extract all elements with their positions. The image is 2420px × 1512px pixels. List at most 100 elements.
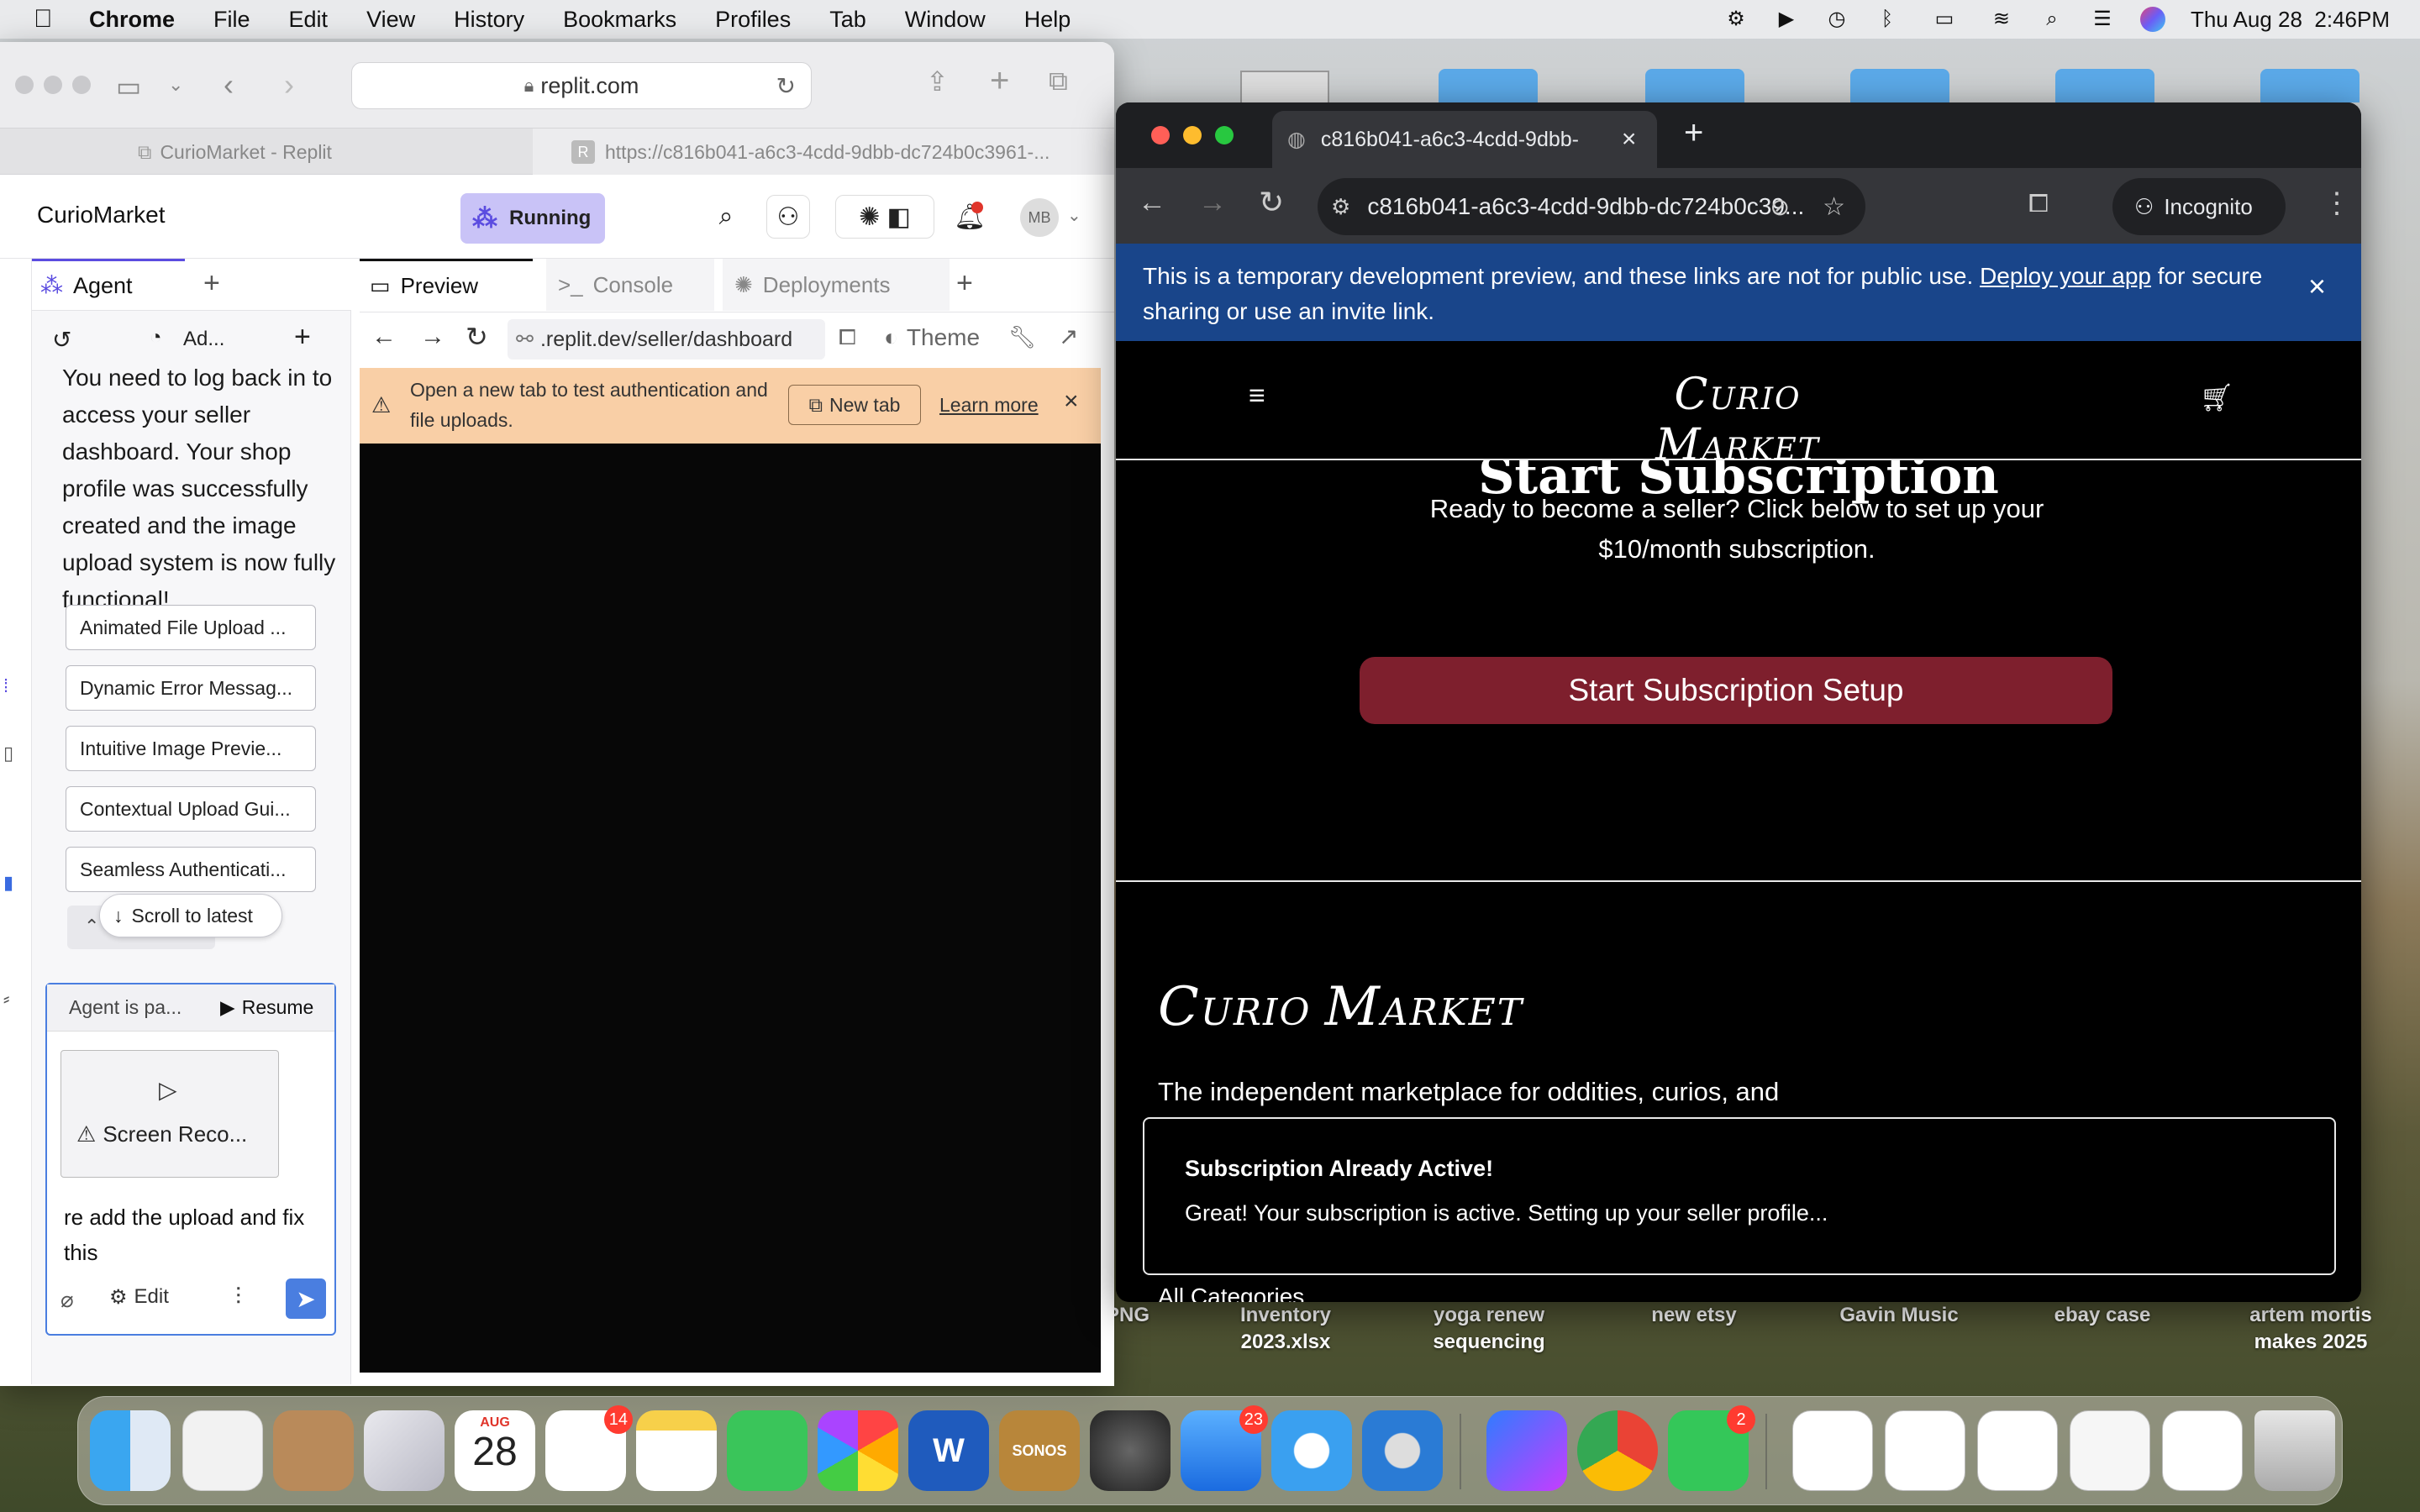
tool-rail-icon[interactable]: ⁞ [3,675,8,697]
new-chat-icon[interactable]: + [294,321,311,354]
tab-overview-icon[interactable]: ⧉ [1049,66,1068,97]
menu-edit[interactable]: Edit [289,7,329,33]
speedometer-icon[interactable]: ◔ [150,326,162,349]
forward-icon[interactable]: › [284,67,294,102]
start-subscription-button[interactable]: Start Subscription Setup [1360,657,2112,724]
minimized-window-thumbnail[interactable] [1885,1410,1965,1491]
minimize-window-button[interactable] [1183,126,1202,144]
edit-button[interactable]: ⚙ Edit [109,1285,169,1310]
desktop-item-label[interactable]: yoga renew sequencing [1412,1302,1566,1356]
theme-button[interactable]: ◐ Theme [884,324,980,351]
menu-app-name[interactable]: Chrome [89,7,175,33]
back-icon[interactable]: ← [1138,186,1166,219]
photos-icon[interactable] [818,1410,898,1491]
safari-icon[interactable] [1271,1410,1352,1491]
siri-icon[interactable] [2139,7,2165,32]
tab-agent[interactable]: ⁂ Agent [32,259,185,311]
minimized-window-thumbnail[interactable] [2162,1410,2243,1491]
tool-rail-icon[interactable]: ⸗ [3,988,9,1010]
menu-window[interactable]: Window [905,7,986,33]
back-icon[interactable]: ← [371,323,397,351]
desktop-item-label[interactable]: new etsy [1620,1302,1768,1329]
deploy-app-link[interactable]: Deploy your app [1980,263,2151,289]
messenger-icon[interactable] [1486,1410,1567,1491]
minimize-window-button[interactable] [44,76,62,94]
facetime-icon[interactable]: 2 [1668,1405,1755,1491]
play-status-icon[interactable]: ▶ [1774,7,1799,32]
add-tab-icon[interactable]: + [956,267,973,300]
gear-status-icon[interactable]: ⚙ [1723,7,1749,32]
close-icon[interactable]: × [1064,386,1079,417]
avatar[interactable]: MB [1020,198,1059,237]
menu-history[interactable]: History [454,7,524,33]
safari-address-bar[interactable]: 🔒︎ replit.com ↻ [351,62,812,109]
hamburger-menu-icon[interactable]: ≡ [1249,380,1265,412]
time-machine-icon[interactable]: ◷ [1824,7,1849,32]
share-icon[interactable]: ⇪ [926,66,949,97]
sliders-icon[interactable]: ⫶ [235,1284,241,1311]
forward-icon[interactable]: → [420,323,445,351]
suggestion-chip[interactable]: Seamless Authenticati... [66,847,316,892]
eye-off-icon[interactable]: ⊘ [1770,193,1790,221]
reminders-icon[interactable]: 14 [545,1405,633,1491]
agent-mode-label[interactable]: Ad... [183,328,224,351]
notes-icon[interactable] [636,1410,717,1491]
invite-user-icon[interactable]: ⚇ [766,195,810,239]
site-logo[interactable]: CURIO MARKET [1622,370,1854,470]
control-center-icon[interactable]: ☰ [2090,7,2115,32]
chrome-icon[interactable] [1577,1410,1658,1491]
sidebar-toggle-icon[interactable]: ▭ [116,71,141,102]
suggestion-chip[interactable]: Dynamic Error Messag... [66,665,316,711]
new-tab-icon[interactable]: + [990,62,1009,100]
preview-viewport[interactable] [360,444,1101,1373]
preview-url-bar[interactable]: ⚯ .replit.dev/seller/dashboard [508,319,825,360]
media-search-icon[interactable]: ⧠ [2028,190,2049,218]
back-icon[interactable]: ‹ [224,67,234,102]
desktop-item-label[interactable]: artem mortis makes 2025 [2227,1302,2395,1356]
desktop-folder-icon[interactable] [2055,69,2154,102]
attachment-card[interactable]: ▷ ⚠ Screen Reco... [60,1050,279,1178]
reload-icon[interactable]: ↻ [776,72,796,100]
chrome-omnibox[interactable]: ⚙ c816b041-a6c3-4cdd-9dbb-dc724b0c39... … [1318,178,1865,235]
menu-view[interactable]: View [366,7,415,33]
safari-tab-replit[interactable]: ⧉ CurioMarket - Replit [138,129,332,176]
notification-bell-icon[interactable]: 🔔︎ [948,195,992,239]
system-settings-icon[interactable] [1090,1410,1171,1491]
quicktime-icon[interactable] [1362,1410,1443,1491]
wifi-icon[interactable]: ≋ [1989,7,2014,32]
footer-logo[interactable]: CURIO MARKET [1158,976,1523,1038]
desktop-item-label[interactable]: Inventory 2023.xlsx [1210,1302,1361,1356]
menu-help[interactable]: Help [1024,7,1071,33]
learn-more-link[interactable]: Learn more [939,390,1039,420]
reload-icon[interactable]: ↻ [466,321,488,353]
suggestion-chip[interactable]: Animated File Upload ... [66,605,316,650]
close-window-button[interactable] [15,76,34,94]
cart-icon[interactable]: 🛒︎ [2200,381,2234,413]
agent-input-text[interactable]: re add the upload and fix this [64,1200,316,1270]
tab-preview[interactable]: ▭ Preview [360,259,533,311]
mail-icon[interactable]: 23 [1181,1405,1268,1491]
desktop-item-label[interactable]: ebay case [2027,1302,2178,1329]
zoom-window-button[interactable] [72,76,91,94]
attach-paperclip-icon[interactable]: ⌀ [60,1287,74,1313]
word-icon[interactable]: W [908,1410,989,1491]
chevron-down-icon[interactable]: ⌄ [1067,205,1081,226]
bluetooth-icon[interactable]: ᛒ [1875,7,1900,32]
screenshot-app-icon[interactable] [182,1410,263,1491]
more-menu-icon[interactable]: ⋮ [2323,186,2351,220]
menu-file[interactable]: File [213,7,250,33]
calendar-icon[interactable]: AUG 28 [455,1410,535,1491]
minimized-window-thumbnail[interactable] [2070,1410,2150,1491]
minimized-window-thumbnail[interactable] [1977,1410,2058,1491]
close-tab-icon[interactable]: × [1622,125,1637,154]
all-categories-heading[interactable]: All Categories [1158,1284,1304,1302]
tool-rail-icon[interactable]: ▮ [3,872,13,894]
tab-deployments[interactable]: ✺ Deployments [723,259,950,311]
launchpad-icon[interactable] [364,1410,445,1491]
messages-icon[interactable] [727,1410,808,1491]
incognito-badge[interactable]: ⚇ Incognito [2112,178,2286,235]
suggestion-chip[interactable]: Intuitive Image Previe... [66,726,316,771]
menu-clock[interactable]: Thu Aug 28 2:46PM [2191,7,2390,33]
add-tab-icon[interactable]: + [203,267,220,300]
desktop-folder-icon[interactable] [1645,69,1744,102]
